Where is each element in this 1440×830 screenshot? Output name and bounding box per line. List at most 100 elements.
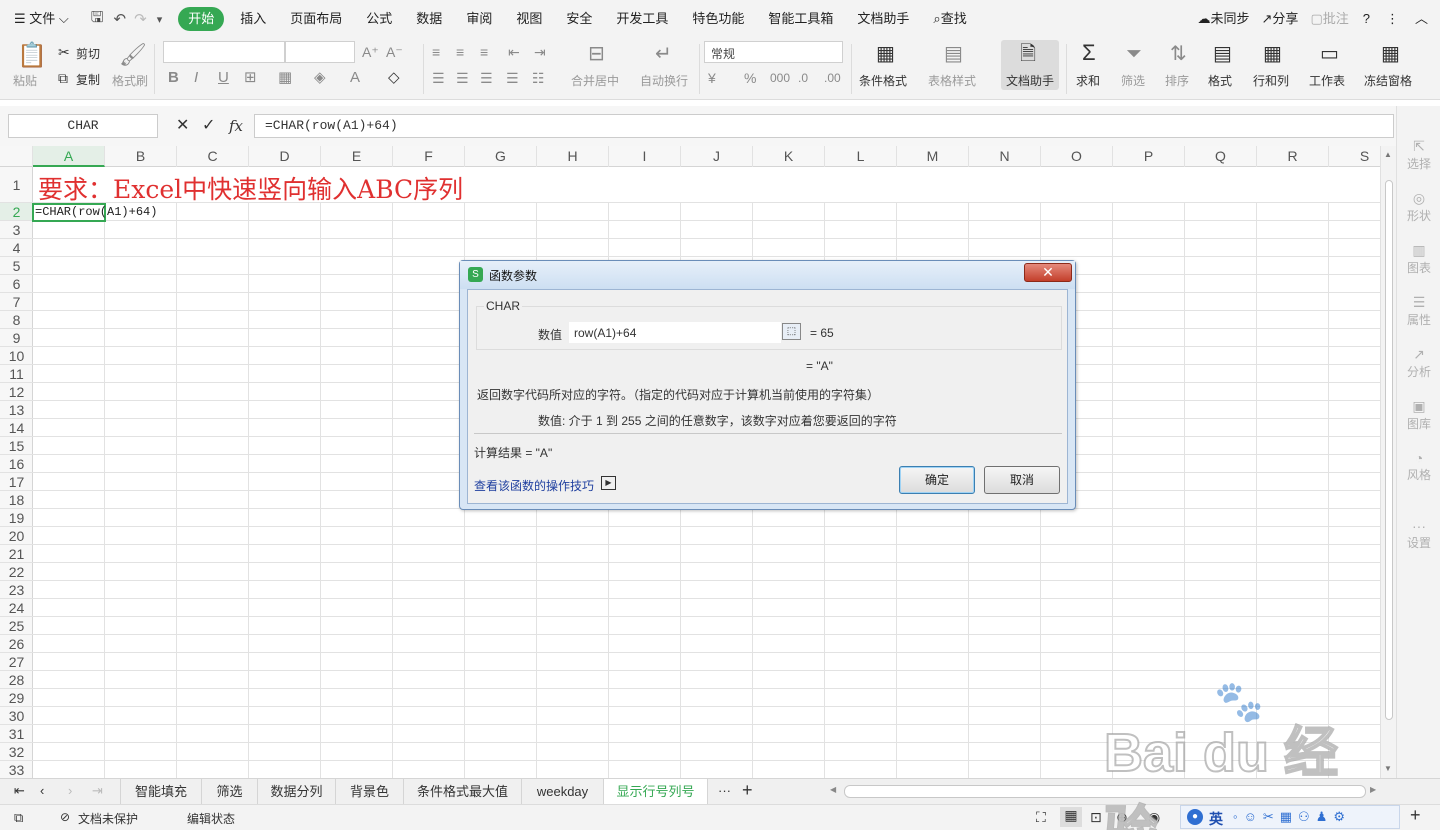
row-col-label[interactable]: 行和列 [1253, 72, 1289, 89]
cell-style-icon[interactable]: ▦ [278, 70, 292, 86]
more-icon[interactable]: ⋮ [1378, 7, 1407, 31]
merge-center-icon[interactable]: ⊟ [588, 44, 605, 64]
justify-icon[interactable]: ☰ [506, 70, 519, 86]
table-style-label[interactable]: 表格样式 [928, 72, 976, 89]
first-sheet-icon[interactable]: ⇤ [14, 783, 25, 799]
align-top-icon[interactable]: ≡ [432, 44, 440, 60]
confirm-icon[interactable]: ✓ [202, 118, 215, 134]
format-label[interactable]: 格式 [1208, 72, 1232, 89]
tab-developer[interactable]: 开发工具 [604, 7, 680, 31]
column-header-a[interactable]: A [33, 146, 105, 167]
tab-smart-tools[interactable]: 智能工具箱 [756, 7, 845, 31]
copy-icon[interactable]: ⧉ [58, 70, 68, 86]
help-link[interactable]: 查看该函数的操作技巧 [474, 477, 594, 494]
page-break-icon[interactable]: ⊕ [1116, 809, 1128, 826]
search-button[interactable]: ⌕查找 [921, 7, 978, 31]
eye-icon[interactable]: ◉ [1148, 809, 1160, 826]
sheet-tab[interactable]: 数据分列 [258, 779, 336, 804]
row-header[interactable]: 19 [0, 509, 33, 527]
undo-icon[interactable]: ↶ [114, 10, 127, 28]
sort-label[interactable]: 排序 [1165, 72, 1189, 89]
font-size-select[interactable] [285, 41, 355, 63]
row-header[interactable]: 26 [0, 635, 33, 653]
font-color-icon[interactable]: A [350, 70, 360, 86]
font-grow-icon[interactable]: A⁺ [362, 44, 379, 60]
gallery-tool[interactable]: ▣ 图库 [1397, 398, 1440, 432]
redo-icon[interactable]: ↷ [134, 10, 147, 28]
row-header[interactable]: 20 [0, 527, 33, 545]
column-header-p[interactable]: P [1113, 146, 1185, 167]
row-header[interactable]: 28 [0, 671, 33, 689]
ok-button[interactable]: 确定 [899, 466, 975, 494]
row-header[interactable]: 31 [0, 725, 33, 743]
row-header[interactable]: 9 [0, 329, 33, 347]
sheet-tab[interactable]: 条件格式最大值 [404, 779, 522, 804]
sum-label[interactable]: 求和 [1076, 72, 1100, 89]
align-right-icon[interactable]: ☰ [480, 70, 493, 86]
column-header-q[interactable]: Q [1185, 146, 1257, 167]
indent-increase-icon[interactable]: ⇥ [534, 44, 546, 60]
distribute-icon[interactable]: ☷ [532, 70, 545, 86]
font-shrink-icon[interactable]: A⁻ [386, 44, 403, 60]
row-header[interactable]: 18 [0, 491, 33, 509]
share-button[interactable]: ↗分享 [1256, 7, 1305, 31]
scroll-up-icon[interactable]: ▲ [1384, 150, 1392, 159]
row-header[interactable]: 5 [0, 257, 33, 275]
column-header-m[interactable]: M [897, 146, 969, 167]
column-header-s[interactable]: S [1329, 146, 1380, 167]
column-header-h[interactable]: H [537, 146, 609, 167]
decrease-decimal-icon[interactable]: .00 [824, 70, 841, 86]
last-sheet-icon[interactable]: ⇥ [92, 783, 103, 799]
row-header[interactable]: 1 [0, 167, 33, 203]
row-header[interactable]: 24 [0, 599, 33, 617]
file-menu[interactable]: ☰ 文件 ⌵ [0, 7, 81, 31]
sheet-tab[interactable]: 筛选 [202, 779, 258, 804]
table-style-icon[interactable]: ▤ [944, 44, 963, 64]
tab-insert[interactable]: 插入 [228, 7, 278, 31]
row-header[interactable]: 17 [0, 473, 33, 491]
row-header[interactable]: 27 [0, 653, 33, 671]
column-header-o[interactable]: O [1041, 146, 1113, 167]
row-header[interactable]: 4 [0, 239, 33, 257]
add-sheet-icon[interactable]: + [742, 780, 753, 801]
normal-view-icon[interactable]: ▦ [1060, 807, 1082, 827]
row-header[interactable]: 6 [0, 275, 33, 293]
tab-review[interactable]: 审阅 [454, 7, 504, 31]
row-col-icon[interactable]: ▦ [1263, 44, 1282, 64]
copy-label[interactable]: 复制 [76, 71, 100, 88]
row-header[interactable]: 10 [0, 347, 33, 365]
indent-decrease-icon[interactable]: ⇤ [508, 44, 520, 60]
filter-label[interactable]: 筛选 [1121, 72, 1145, 89]
align-center-icon[interactable]: ☰ [456, 70, 469, 86]
column-header-c[interactable]: C [177, 146, 249, 167]
next-sheet-icon[interactable]: › [68, 783, 72, 798]
worksheet-label[interactable]: 工作表 [1309, 72, 1345, 89]
row-header[interactable]: 15 [0, 437, 33, 455]
macro-icon[interactable]: ⧉ [14, 810, 23, 826]
settings-tool[interactable]: ··· 设置 [1397, 518, 1440, 551]
tab-security[interactable]: 安全 [554, 7, 604, 31]
scroll-down-icon[interactable]: ▼ [1384, 764, 1392, 773]
column-header-f[interactable]: F [393, 146, 465, 167]
more-sheets-icon[interactable]: ··· [718, 783, 731, 798]
wrap-text-icon[interactable]: ↵ [655, 44, 672, 64]
select-tool[interactable]: ⇱ 选择 [1397, 138, 1440, 172]
row-header[interactable]: 14 [0, 419, 33, 437]
wrap-text-label[interactable]: 自动换行 [640, 72, 688, 89]
column-header-i[interactable]: I [609, 146, 681, 167]
page-view-icon[interactable]: ⊡ [1090, 809, 1102, 826]
row-header[interactable]: 7 [0, 293, 33, 311]
sort-icon[interactable]: ⇅ [1170, 44, 1187, 64]
align-left-icon[interactable]: ☰ [432, 70, 445, 86]
sheet-tab[interactable]: 背景色 [336, 779, 404, 804]
tab-view[interactable]: 视图 [504, 7, 554, 31]
sheet-tab[interactable]: weekday [522, 779, 604, 804]
column-header-b[interactable]: B [105, 146, 177, 167]
ime-language[interactable]: 英 [1209, 809, 1223, 829]
zoom-in-icon[interactable]: + [1410, 805, 1421, 826]
row-header[interactable]: 33 [0, 761, 33, 778]
border-icon[interactable]: ⊞ [244, 70, 257, 86]
tab-data[interactable]: 数据 [404, 7, 454, 31]
tab-special[interactable]: 特色功能 [680, 7, 756, 31]
prev-sheet-icon[interactable]: ‹ [40, 783, 44, 798]
